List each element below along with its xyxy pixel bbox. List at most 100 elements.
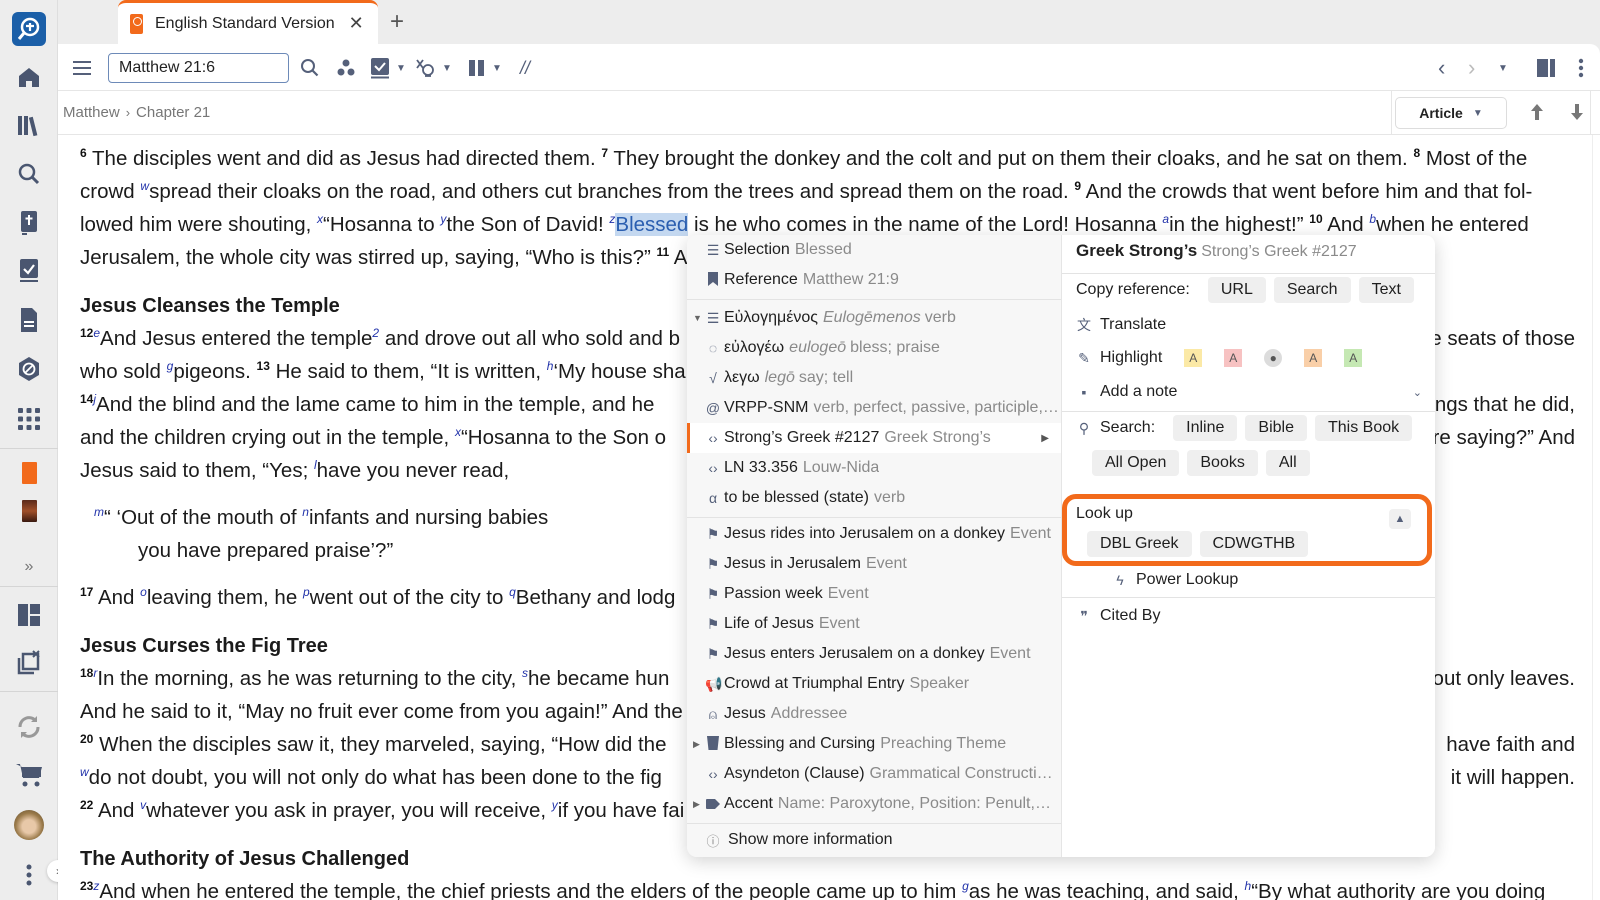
expand-icon[interactable]: » (12, 550, 46, 584)
menu-item-event[interactable]: ⚑ Jesus rides into Jerusalem on a donkey… (687, 519, 1061, 549)
highlight-orange[interactable]: A (1304, 349, 1323, 367)
library-icon[interactable] (12, 108, 46, 142)
layout-icon[interactable] (12, 598, 46, 632)
close-windows-icon[interactable] (12, 646, 46, 680)
verse-number[interactable]: 23 (80, 879, 93, 893)
checklist-book-icon[interactable] (12, 254, 46, 288)
search-inline-button[interactable]: Inline (1173, 415, 1238, 441)
verse-number[interactable]: 22 (80, 798, 93, 812)
sync-icon[interactable] (12, 710, 46, 744)
back-button[interactable]: ‹ (1438, 55, 1445, 80)
selected-word[interactable]: Blessed (615, 213, 689, 236)
view-mode-dropdown[interactable]: Article ▼ (1395, 97, 1507, 129)
menu-item-event[interactable]: ⚑ Jesus in Jerusalem Event (687, 549, 1061, 579)
expand-triangle-icon[interactable]: ▼ (693, 313, 702, 323)
menu-item-addressee[interactable]: ⍝ Jesus Addressee (687, 699, 1061, 729)
menu-item-event[interactable]: ⚑ Passion week Event (687, 579, 1061, 609)
translate-item[interactable]: 文 Translate (1076, 315, 1166, 335)
avatar[interactable] (12, 808, 46, 842)
forward-button[interactable]: › (1468, 55, 1475, 80)
menu-item-construction[interactable]: ‹› Asyndeton (Clause) Grammatical Constr… (687, 759, 1061, 789)
more-options-icon[interactable] (1578, 56, 1584, 80)
search-icon[interactable] (12, 157, 46, 191)
lookup-cdwgthb-button[interactable]: CDWGTHB (1199, 531, 1309, 557)
cross-reference[interactable]: m (94, 505, 104, 519)
highlight-green[interactable]: A (1344, 349, 1363, 367)
visual-filter-icon[interactable] (336, 56, 356, 80)
menu-item-word[interactable]: ▼ ☰ Εὐλογημένος Eulogēmenos verb (687, 303, 1061, 333)
menu-item-reference[interactable]: Reference Matthew 21:9 (687, 265, 1061, 295)
parallel-resources-button[interactable]: // (520, 56, 530, 80)
document-icon[interactable] (12, 303, 46, 337)
history-dropdown[interactable]: ▼ (1498, 56, 1508, 80)
cross-reference[interactable]: g (962, 879, 969, 893)
previous-section-icon[interactable] (1530, 103, 1544, 127)
bible-icon[interactable] (12, 206, 46, 240)
columns-button[interactable]: ▼ (468, 56, 502, 80)
book-cover-icon[interactable] (12, 494, 46, 528)
cross-reference[interactable]: q (509, 585, 516, 599)
tab-english-standard-version[interactable]: English Standard Version ✕ (118, 0, 378, 44)
split-view-icon[interactable] (1536, 56, 1556, 80)
menu-item-root[interactable]: √ λεγω legō say; tell (687, 363, 1061, 393)
more-icon[interactable] (12, 858, 46, 892)
cited-by-item[interactable]: ❞ Cited By (1076, 607, 1160, 625)
verse-number[interactable]: 8 (1413, 146, 1420, 160)
copy-text-button[interactable]: Text (1358, 277, 1414, 303)
menu-item-lemma[interactable]: ◌ εὐλογέω eulogeō bless; praise (687, 333, 1061, 363)
add-note-item[interactable]: ▪ Add a note ⌄ (1076, 383, 1422, 401)
menu-item-strongs[interactable]: ‹› Strong’s Greek #2127 Greek Strong’s ▶ (687, 423, 1061, 453)
chevron-down-icon[interactable]: ⌄ (1413, 386, 1422, 399)
cross-reference[interactable]: n (302, 505, 309, 519)
reference-input[interactable] (108, 53, 289, 83)
highlight-person[interactable]: ● (1264, 349, 1283, 367)
cross-reference[interactable]: w (80, 765, 89, 779)
menu-item-accent[interactable]: ▶ Accent Name: Paroxytone, Position: Pen… (687, 789, 1061, 819)
menu-item-selection[interactable]: ☰ Selection Blessed (687, 235, 1061, 265)
esv-book-icon[interactable] (12, 456, 46, 490)
verse-number[interactable]: 18 (80, 666, 93, 680)
show-more-information[interactable]: ⓘ Show more information (687, 825, 1061, 855)
menu-item-event[interactable]: ⚑ Life of Jesus Event (687, 609, 1061, 639)
highlight-yellow[interactable]: A (1184, 349, 1203, 367)
menu-item-speaker[interactable]: 📢 Crowd at Triumphal Entry Speaker (687, 669, 1061, 699)
next-section-icon[interactable] (1570, 103, 1584, 127)
apps-grid-icon[interactable] (12, 402, 46, 436)
menu-item-sense[interactable]: α to be blessed (state) verb (687, 483, 1061, 513)
new-tab-button[interactable]: + (390, 8, 404, 36)
power-lookup-item[interactable]: ϟ Power Lookup (1112, 571, 1238, 589)
close-tab-icon[interactable]: ✕ (349, 13, 364, 34)
highlight-red[interactable]: A (1224, 349, 1243, 367)
search-books-button[interactable]: Books (1187, 450, 1258, 476)
expand-triangle-icon[interactable]: ▶ (693, 799, 700, 810)
menu-icon[interactable] (72, 56, 92, 80)
search-all-open-button[interactable]: All Open (1092, 450, 1180, 476)
copy-search-button[interactable]: Search (1273, 277, 1351, 303)
verse-number[interactable]: 11 (657, 245, 670, 259)
verse-number[interactable]: 20 (80, 732, 93, 746)
breadcrumb-chapter[interactable]: Chapter 21 (136, 104, 210, 121)
cross-reference[interactable]: w (140, 179, 149, 193)
verse-number[interactable]: 7 (601, 146, 608, 160)
footnote[interactable]: 2 (372, 326, 379, 340)
menu-item-louw-nida[interactable]: ‹› LN 33.356 Louw-Nida (687, 453, 1061, 483)
menu-item-event[interactable]: ⚑ Jesus enters Jerusalem on a donkey Eve… (687, 639, 1061, 669)
search-bible-button[interactable]: Bible (1245, 415, 1307, 441)
verse-number[interactable]: 9 (1074, 179, 1081, 193)
cross-reference[interactable]: o (140, 585, 147, 599)
verse-number[interactable]: 14 (80, 392, 93, 406)
cross-reference[interactable]: p (303, 585, 310, 599)
reading-plan-button[interactable]: ▼ (370, 56, 406, 80)
verse-number[interactable]: 10 (1309, 212, 1322, 226)
compass-shield-icon[interactable] (12, 352, 46, 386)
search-this-book-button[interactable]: This Book (1314, 415, 1413, 441)
cart-icon[interactable] (12, 758, 46, 792)
verse-number[interactable]: 6 (80, 146, 87, 160)
expand-triangle-icon[interactable]: ▶ (693, 739, 700, 750)
scrollbar[interactable] (1592, 135, 1600, 900)
lookup-dbl-greek-button[interactable]: DBL Greek (1087, 531, 1192, 557)
chevron-up-icon[interactable]: ▲ (1389, 509, 1411, 529)
menu-item-theme[interactable]: ▶ Blessing and Cursing Preaching Theme (687, 729, 1061, 759)
verse-number[interactable]: 13 (257, 359, 270, 373)
copy-url-button[interactable]: URL (1207, 277, 1266, 303)
